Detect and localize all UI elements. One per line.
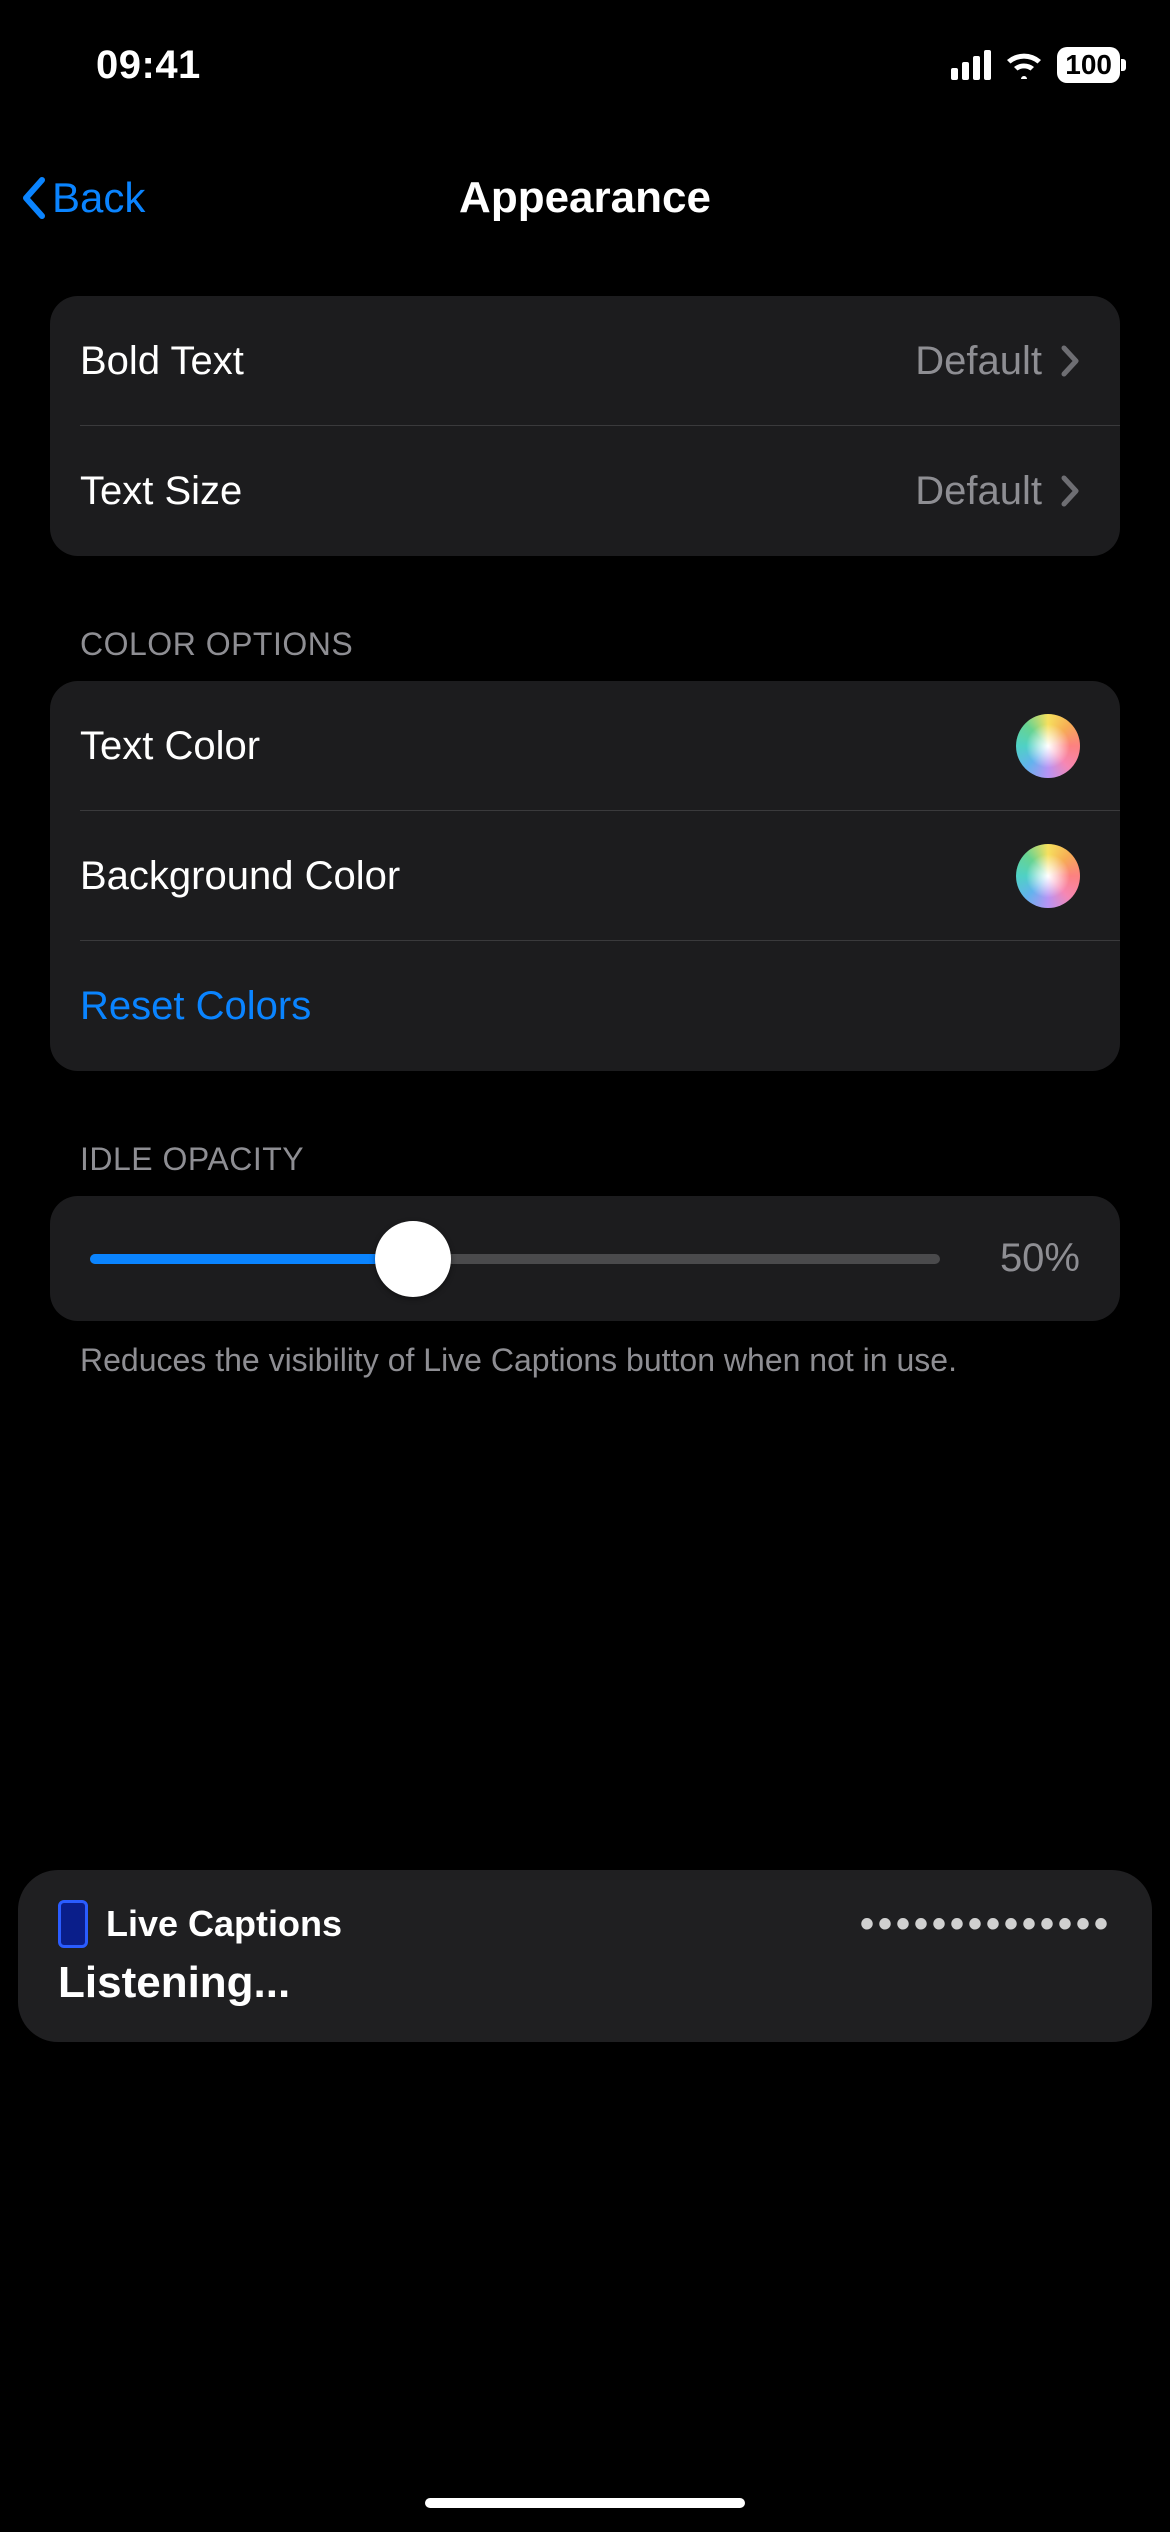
battery-indicator: 100 (1057, 47, 1120, 83)
idle-opacity-group: IDLE OPACITY 50% Reduces the visibility … (50, 1141, 1120, 1382)
row-label: Text Size (80, 469, 915, 514)
background-color-row[interactable]: Background Color (50, 811, 1120, 941)
group-header: IDLE OPACITY (50, 1141, 1120, 1196)
cellular-signal-icon (951, 50, 991, 80)
idle-opacity-slider[interactable] (90, 1254, 940, 1264)
color-options-group: COLOR OPTIONS Text Color Background Colo… (50, 626, 1120, 1071)
chevron-right-icon (1060, 344, 1080, 378)
phone-icon (58, 1900, 88, 1948)
waveform-icon: •••••••••••••• (860, 1902, 1112, 1947)
chevron-left-icon (20, 176, 48, 220)
page-title: Appearance (459, 173, 711, 223)
text-color-row[interactable]: Text Color (50, 681, 1120, 811)
nav-bar: Back Appearance (0, 138, 1170, 258)
status-indicators: 100 (951, 47, 1120, 83)
wifi-icon (1005, 51, 1043, 79)
idle-opacity-slider-row: 50% (50, 1196, 1120, 1321)
bold-text-row[interactable]: Bold Text Default (50, 296, 1120, 426)
row-label: Text Color (80, 724, 1016, 769)
color-wheel-icon (1016, 844, 1080, 908)
slider-value: 50% (970, 1236, 1080, 1281)
reset-colors-row[interactable]: Reset Colors (50, 941, 1120, 1071)
status-time: 09:41 (50, 43, 201, 88)
group-footer: Reduces the visibility of Live Captions … (50, 1321, 1120, 1382)
color-wheel-icon (1016, 714, 1080, 778)
row-value: Default (915, 469, 1042, 514)
row-label: Background Color (80, 854, 1016, 899)
live-captions-bubble[interactable]: Live Captions •••••••••••••• Listening..… (18, 1870, 1152, 2042)
row-label: Reset Colors (80, 984, 1080, 1029)
row-value: Default (915, 339, 1042, 384)
chevron-right-icon (1060, 474, 1080, 508)
text-size-row[interactable]: Text Size Default (50, 426, 1120, 556)
live-captions-status: Listening... (58, 1958, 1112, 2008)
group-header: COLOR OPTIONS (50, 626, 1120, 681)
home-indicator[interactable] (425, 2498, 745, 2508)
slider-thumb[interactable] (375, 1221, 451, 1297)
row-label: Bold Text (80, 339, 915, 384)
live-captions-title: Live Captions (106, 1903, 342, 1945)
back-label: Back (52, 174, 145, 222)
back-button[interactable]: Back (20, 174, 145, 222)
text-settings-group: Bold Text Default Text Size Default (50, 296, 1120, 556)
status-bar: 09:41 100 (0, 0, 1170, 100)
